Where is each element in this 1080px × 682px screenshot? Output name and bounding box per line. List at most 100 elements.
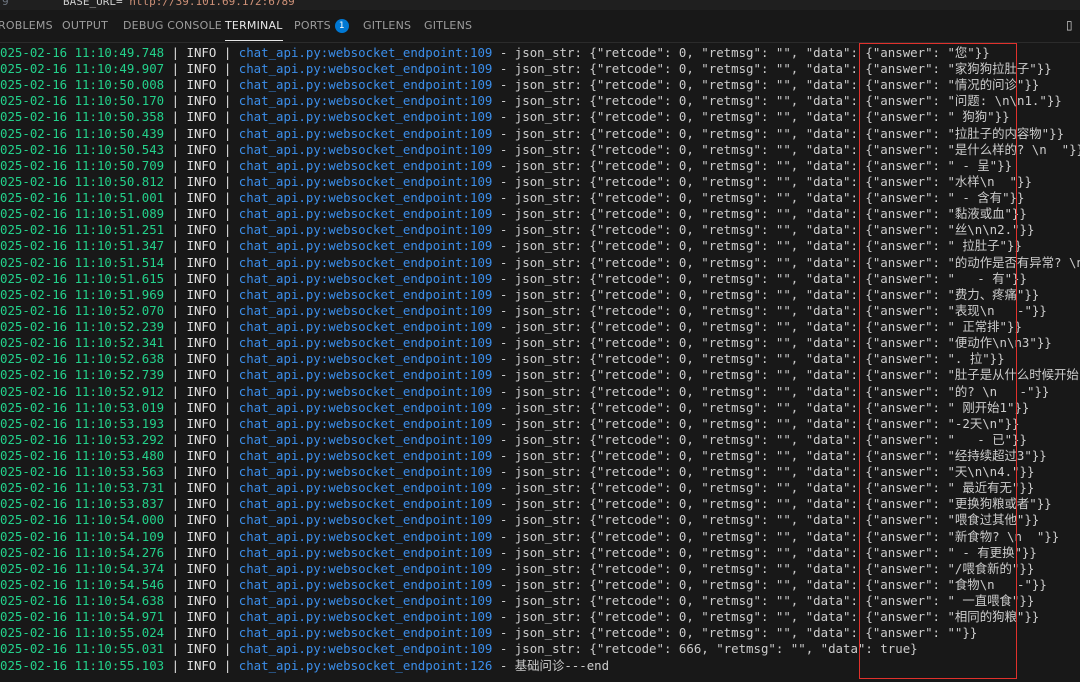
log-level: INFO [186,593,217,609]
log-separator: | [164,609,187,625]
log-separator: | [164,335,187,351]
log-separator: | [164,93,187,109]
log-separator: - [492,383,515,399]
log-separator: - [492,238,515,254]
log-separator: - [492,286,515,302]
log-separator: | [216,528,239,544]
log-location: chat_api.py:websocket_endpoint:109 [238,109,493,125]
log-separator: | [164,319,187,335]
log-separator: | [164,480,187,496]
log-timestamp: 025-02-16 11:10:54.638 [0,593,165,609]
terminal-output[interactable]: 025-02-16 11:10:49.748 | INFO | chat_api… [0,43,1080,682]
log-timestamp: 025-02-16 11:10:54.000 [0,512,165,528]
log-separator: | [216,157,239,173]
log-separator: | [216,560,239,576]
log-separator: | [216,576,239,592]
log-separator: - [492,61,515,77]
split-icon[interactable]: ▯ [1066,10,1080,41]
log-separator: | [216,302,239,318]
log-separator: - [492,222,515,238]
terminal-line: 025-02-16 11:10:55.024 | INFO | chat_api… [0,625,977,641]
tab-debug-console[interactable]: DEBUG CONSOLE [123,10,222,41]
terminal-line: 025-02-16 11:10:54.109 | INFO | chat_api… [0,529,1059,545]
tab-problems[interactable]: ROBLEMS [0,10,53,41]
log-separator: | [164,399,187,415]
log-separator: | [164,77,187,93]
log-separator: | [216,286,239,302]
tab-gitlens-2[interactable]: GITLENS [424,10,472,41]
log-separator: | [216,399,239,415]
tab-gitlens[interactable]: GITLENS [363,10,411,41]
log-level: INFO [186,399,217,415]
log-level: INFO [186,383,217,399]
terminal-line: 025-02-16 11:10:51.514 | INFO | chat_api… [0,255,1080,271]
log-separator: | [216,109,239,125]
terminal-line: 025-02-16 11:10:55.031 | INFO | chat_api… [0,641,918,657]
log-separator: - [492,335,515,351]
log-location: chat_api.py:websocket_endpoint:109 [238,286,493,302]
log-message: json_str: {"retcode": 0, "retmsg": "", "… [514,399,1030,415]
log-separator: - [492,190,515,206]
log-separator: - [492,625,515,641]
log-timestamp: 025-02-16 11:10:51.089 [0,206,165,222]
tab-output[interactable]: OUTPUT [62,10,108,41]
log-separator: | [164,222,187,238]
log-separator: - [492,173,515,189]
log-separator: | [164,173,187,189]
log-location: chat_api.py:websocket_endpoint:109 [238,270,493,286]
log-timestamp: 025-02-16 11:10:50.812 [0,173,165,189]
log-separator: | [164,61,187,77]
terminal-line: 025-02-16 11:10:54.546 | INFO | chat_api… [0,577,1047,593]
log-separator: | [216,351,239,367]
log-level: INFO [186,302,217,318]
log-separator: - [492,254,515,270]
log-message: json_str: {"retcode": 0, "retmsg": "", "… [514,302,1047,318]
log-separator: | [164,367,187,383]
log-separator: - [492,109,515,125]
log-separator: | [216,625,239,641]
log-message: json_str: {"retcode": 0, "retmsg": "", "… [514,190,1025,206]
log-separator: | [164,254,187,270]
log-message: json_str: {"retcode": 0, "retmsg": "", "… [514,560,1035,576]
log-separator: - [492,206,515,222]
log-timestamp: 025-02-16 11:10:53.480 [0,448,165,463]
terminal-line: 025-02-16 11:10:50.709 | INFO | chat_api… [0,158,1012,174]
log-separator: | [164,141,187,157]
log-timestamp: 025-02-16 11:10:49.748 [0,45,165,60]
log-separator: | [216,383,239,399]
terminal-line: 025-02-16 11:10:51.251 | INFO | chat_api… [0,222,1034,238]
terminal-line: 025-02-16 11:10:53.193 | INFO | chat_api… [0,416,1020,432]
log-location: chat_api.py:websocket_endpoint:109 [238,254,493,270]
terminal-line: 025-02-16 11:10:52.912 | INFO | chat_api… [0,384,1049,400]
log-separator: - [492,45,515,60]
log-timestamp: 025-02-16 11:10:51.514 [0,254,165,270]
log-separator: | [216,222,239,238]
tab-terminal[interactable]: TERMINAL [225,10,283,41]
log-level: INFO [186,496,217,512]
log-separator: | [164,464,187,480]
terminal-line: 025-02-16 11:10:50.439 | INFO | chat_api… [0,126,1064,142]
log-location: chat_api.py:websocket_endpoint:109 [238,448,493,463]
log-message: json_str: {"retcode": 0, "retmsg": "", "… [514,415,1020,431]
terminal-line: 025-02-16 11:10:54.638 | INFO | chat_api… [0,593,1034,609]
log-separator: | [216,254,239,270]
log-level: INFO [186,77,217,93]
log-location: chat_api.py:websocket_endpoint:109 [238,528,493,544]
log-message: json_str: {"retcode": 0, "retmsg": "", "… [514,448,1047,463]
log-timestamp: 025-02-16 11:10:50.008 [0,77,165,93]
tab-ports[interactable]: PORTS 1 [294,10,349,41]
log-level: INFO [186,576,217,592]
log-message: json_str: {"retcode": 0, "retmsg": "", "… [514,464,1035,480]
terminal-line: 025-02-16 11:10:51.001 | INFO | chat_api… [0,190,1024,206]
log-separator: | [164,512,187,528]
log-level: INFO [186,238,217,254]
log-level: INFO [186,528,217,544]
log-level: INFO [186,254,217,270]
log-timestamp: 025-02-16 11:10:51.615 [0,270,165,286]
log-message: json_str: {"retcode": 0, "retmsg": "", "… [514,496,1052,512]
log-location: chat_api.py:websocket_endpoint:109 [238,173,493,189]
tab-ports-label: PORTS [294,19,331,32]
terminal-line: 025-02-16 11:10:50.543 | INFO | chat_api… [0,142,1080,158]
log-message: json_str: {"retcode": 0, "retmsg": "", "… [514,286,1040,302]
log-separator: | [164,238,187,254]
